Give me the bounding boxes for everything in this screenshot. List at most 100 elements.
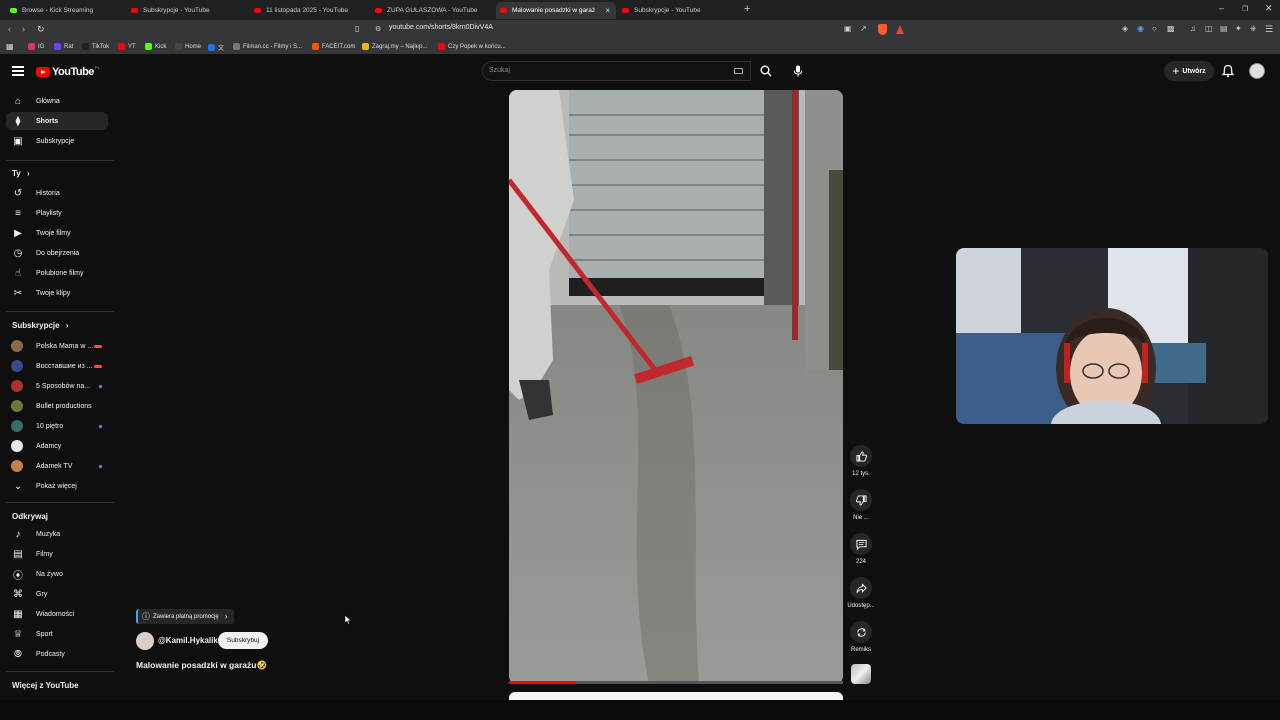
sidebar-item[interactable]: ⌄ Pokaż więcej: [6, 477, 108, 495]
search-button[interactable]: [752, 61, 780, 81]
bookmark-item[interactable]: 文: [208, 43, 224, 52]
channel-avatar: [11, 400, 23, 412]
restore-icon[interactable]: ❐: [1242, 5, 1248, 13]
extension-4-icon[interactable]: ▩: [1167, 24, 1175, 33]
search-input[interactable]: [482, 61, 751, 81]
apps-grid-icon[interactable]: ▦: [6, 42, 14, 51]
live-indicator: [94, 344, 102, 348]
sidebar-item-label: Polubione filmy: [36, 269, 84, 277]
sidebar-item[interactable]: 5 Sposobów na...: [6, 377, 108, 395]
browser-menu-icon[interactable]: ☰: [1265, 24, 1273, 35]
close-window-icon[interactable]: ✕: [1265, 3, 1273, 14]
sidebar-item[interactable]: ✂ Twoje klipy: [6, 284, 108, 302]
sidebar-item[interactable]: Bullet productions: [6, 397, 108, 415]
sidebar-item[interactable]: Adamcy: [6, 437, 108, 455]
browser-tab[interactable]: Subskrypcje - YouTube: [618, 2, 736, 19]
sidebar-item[interactable]: ☝ Polubione filmy: [6, 264, 108, 282]
sidebar-item[interactable]: ≡ Playlisty: [6, 204, 108, 222]
youtube-logo[interactable]: YouTube PL: [36, 65, 100, 78]
share-arrow-icon: [855, 582, 867, 593]
new-tab-button[interactable]: +: [744, 3, 750, 15]
browser-tab[interactable]: ZUPA GULASZOWA - YouTube: [371, 2, 493, 19]
sidebar-item[interactable]: ♪ Muzyka: [6, 525, 108, 543]
browser-tab[interactable]: Browse - Kick Streaming: [6, 2, 124, 19]
share-button[interactable]: [850, 577, 872, 599]
subscribe-button[interactable]: Subskrybuj: [218, 632, 268, 649]
short-video-player[interactable]: [509, 90, 843, 684]
leo-icon[interactable]: ✦: [1235, 24, 1242, 33]
bookmark-item[interactable]: TikTok: [82, 43, 109, 50]
sidebar-item[interactable]: ♕ Sport: [6, 625, 108, 643]
sidebar-item[interactable]: ⌂ Główna: [6, 92, 108, 110]
sidebar-item[interactable]: ▣ Subskrypcje: [6, 132, 108, 150]
back-icon[interactable]: ‹: [8, 24, 11, 34]
voice-search-button[interactable]: [788, 62, 808, 80]
dislike-button[interactable]: [850, 489, 872, 511]
microphone-icon: [793, 65, 803, 77]
bookmark-item[interactable]: Zagraj.my – Najlep...: [362, 43, 427, 50]
sidebar-item[interactable]: Adamek TV: [6, 457, 108, 475]
install-icon[interactable]: ▣: [844, 24, 852, 33]
site-info-icon[interactable]: ⚙: [375, 25, 381, 33]
guide-menu-icon[interactable]: [12, 66, 24, 76]
reload-icon[interactable]: ↻: [37, 24, 45, 35]
sidebar-item-label: Adamcy: [36, 442, 62, 450]
sidebar-item[interactable]: ↺ Historia: [6, 184, 108, 202]
sidebar-item[interactable]: ⦿ Na żywo: [6, 565, 108, 583]
sidebar-item[interactable]: ⦾ Podcasty: [6, 645, 108, 663]
sidebar-item[interactable]: ◷ Do obejrzenia: [6, 244, 108, 262]
brave-rewards-icon[interactable]: [896, 25, 904, 34]
bookmark-icon[interactable]: ▯: [355, 24, 359, 33]
create-button[interactable]: + Utwórz: [1164, 61, 1214, 81]
bookmark-item[interactable]: Rat: [54, 43, 73, 50]
bookmark-item[interactable]: Kick: [145, 43, 166, 50]
browser-tab[interactable]: Subskrypcje - YouTube: [127, 2, 247, 19]
sound-thumbnail[interactable]: [851, 664, 871, 684]
extension-3-icon[interactable]: ○: [1152, 24, 1157, 33]
bookmark-item[interactable]: Czy Popek w końcu...: [438, 43, 506, 50]
sidebar-item[interactable]: ⌘ Gry: [6, 585, 108, 603]
sidebar-item[interactable]: ▶ Twoje filmy: [6, 224, 108, 242]
sidebar-item[interactable]: ⧫ Shorts: [6, 112, 108, 130]
sidebar-item[interactable]: Polska Mama w ...: [6, 337, 108, 355]
wallet-icon[interactable]: ▤: [1220, 24, 1228, 33]
short-title[interactable]: Malowanie posadzki w garażu🤣: [136, 660, 267, 671]
share-icon[interactable]: ↗: [860, 24, 867, 33]
sidebar-item-label: Pokaż więcej: [36, 482, 77, 490]
comments-button[interactable]: [850, 533, 872, 555]
sidebar-item[interactable]: 10 piętro: [6, 417, 108, 435]
notifications-bell-icon[interactable]: [1220, 63, 1236, 79]
browser-tab[interactable]: Malowanie posadzki w garaż ×: [496, 2, 616, 19]
bookmark-item[interactable]: FACEIT.com: [312, 43, 355, 50]
sidebar-item[interactable]: ▦ Wiadomości: [6, 605, 108, 623]
bookmark-item[interactable]: YT: [118, 43, 136, 50]
extension-2-icon[interactable]: ◉: [1137, 24, 1144, 33]
channel-avatar[interactable]: [136, 632, 154, 650]
media-icon[interactable]: ♫: [1190, 24, 1196, 33]
keyboard-icon[interactable]: [734, 68, 743, 74]
vpn-icon[interactable]: ⎈: [1250, 24, 1256, 34]
browser-tab[interactable]: 11 listopada 2025 - YouTube: [250, 2, 368, 19]
like-button[interactable]: [850, 445, 872, 467]
minimize-icon[interactable]: –: [1219, 3, 1224, 13]
remix-button[interactable]: [850, 621, 872, 643]
you-section-header[interactable]: Ty ›: [12, 169, 30, 178]
bookmark-item[interactable]: Home: [175, 43, 201, 50]
paid-promotion-badge[interactable]: ⓘ Zawiera płatną promocję ›: [136, 609, 234, 624]
bookmark-item[interactable]: IG: [28, 43, 44, 50]
sidebar-item[interactable]: Восставшие из ...: [6, 357, 108, 375]
forward-icon[interactable]: ›: [22, 24, 25, 34]
plus-icon: +: [1172, 64, 1180, 78]
channel-avatar: [11, 440, 23, 452]
account-avatar[interactable]: [1249, 63, 1265, 79]
sidebar-item[interactable]: ▤ Filmy: [6, 545, 108, 563]
channel-name[interactable]: @Kamil.Hykalik: [158, 636, 218, 645]
sidebar-toggle-icon[interactable]: ◫: [1205, 24, 1213, 33]
brave-shield-icon[interactable]: [878, 24, 887, 35]
bookmark-item[interactable]: Filman.cc - Filmy i S...: [233, 43, 302, 50]
extensions-icon[interactable]: ◈: [1122, 24, 1128, 33]
bookmark-label: Home: [185, 43, 202, 50]
subscriptions-section-header[interactable]: Subskrypcje ›: [12, 321, 68, 330]
close-tab-icon[interactable]: ×: [605, 6, 610, 15]
history-icon: ↺: [13, 187, 23, 199]
